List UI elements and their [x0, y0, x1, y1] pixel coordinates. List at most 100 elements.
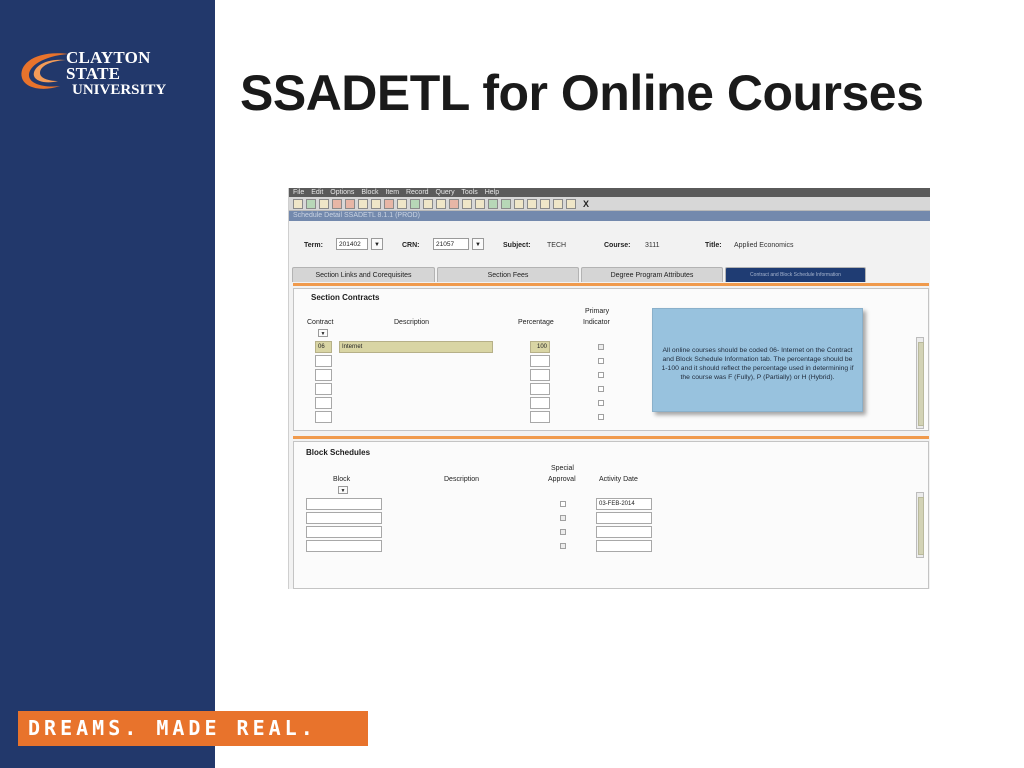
block-cell[interactable] — [306, 512, 382, 524]
previous-block-icon[interactable] — [358, 198, 368, 209]
course-value: 3111 — [645, 242, 660, 249]
menu-record[interactable]: Record — [406, 189, 429, 196]
scrollbar-thumb[interactable] — [918, 342, 924, 426]
activity-date-header: Activity Date — [599, 476, 638, 483]
special-approval-checkbox[interactable] — [560, 501, 566, 507]
block-scrollbar[interactable] — [916, 492, 924, 558]
window-title: Schedule Detail SSADETL 8.1.1 (PROD) — [289, 211, 930, 221]
logo-text: CLAYTON STATE UNIVERSITY — [66, 48, 196, 98]
subject-value: TECH — [547, 242, 567, 249]
remove-record-icon[interactable] — [345, 198, 355, 209]
menu-block[interactable]: Block — [361, 189, 378, 196]
contract-cell[interactable] — [315, 397, 332, 409]
tab-section-links[interactable]: Section Links and Corequisites — [292, 267, 435, 282]
primary-indicator-checkbox[interactable] — [598, 372, 604, 378]
menu-options[interactable]: Options — [330, 189, 354, 196]
percentage-cell[interactable] — [530, 355, 550, 367]
contract-cell[interactable] — [315, 355, 332, 367]
activity-date-cell — [596, 540, 652, 552]
contract-cell[interactable] — [315, 369, 332, 381]
banner-screenshot: File Edit Options Block Item Record Quer… — [288, 188, 930, 589]
percentage-cell[interactable] — [530, 369, 550, 381]
slide-sidebar: CLAYTON STATE UNIVERSITY DREAMS. MADE RE… — [0, 0, 368, 768]
tab-bar: Section Links and Corequisites Section F… — [289, 267, 930, 282]
next-record-icon[interactable] — [527, 198, 537, 209]
menu-bar: File Edit Options Block Item Record Quer… — [289, 188, 930, 197]
special-approval-checkbox[interactable] — [560, 543, 566, 549]
contract-cell[interactable]: 06 — [315, 341, 332, 353]
tab-contract-block-schedule[interactable]: Contract and Block Schedule Information — [725, 267, 866, 282]
print-icon[interactable] — [319, 198, 329, 209]
crn-label: CRN: — [402, 242, 420, 249]
percentage-cell[interactable] — [530, 397, 550, 409]
insert-record-icon[interactable] — [332, 198, 342, 209]
next-block-icon[interactable] — [371, 198, 381, 209]
menu-item[interactable]: Item — [385, 189, 399, 196]
tab-degree-program-attributes[interactable]: Degree Program Attributes — [581, 267, 723, 282]
menu-file[interactable]: File — [293, 189, 304, 196]
description-header: Description — [394, 319, 430, 326]
block-schedules-panel: Block Schedules Block ▼ Description Spec… — [293, 441, 929, 589]
section-contracts-title: Section Contracts — [311, 293, 380, 302]
percentage-cell[interactable] — [530, 411, 550, 423]
key-block: Term: 201402 ▼ CRN: 21057 ▼ Subject: TEC… — [289, 233, 930, 257]
prev-record-icon[interactable] — [514, 198, 524, 209]
university-logo: CLAYTON STATE UNIVERSITY — [16, 46, 196, 100]
slide-title: SSADETL for Online Courses — [240, 65, 924, 121]
primary-indicator-checkbox[interactable] — [598, 358, 604, 364]
options-icon[interactable] — [410, 198, 420, 209]
block-cell[interactable] — [306, 498, 382, 510]
block-header: Block — [333, 476, 351, 483]
menu-help[interactable]: Help — [485, 189, 499, 196]
logo-line1: CLAYTON STATE — [66, 48, 151, 83]
execute-query-icon[interactable] — [436, 198, 446, 209]
primary-indicator-checkbox[interactable] — [598, 414, 604, 420]
scrollbar-thumb[interactable] — [918, 497, 924, 555]
search-icon[interactable] — [397, 198, 407, 209]
primary-indicator-checkbox[interactable] — [598, 386, 604, 392]
help-icon[interactable] — [462, 198, 472, 209]
menu-query[interactable]: Query — [436, 189, 455, 196]
section-divider — [293, 283, 929, 286]
contract-cell[interactable] — [315, 411, 332, 423]
crn-dropdown-icon[interactable]: ▼ — [472, 238, 484, 250]
term-dropdown-icon[interactable]: ▼ — [371, 238, 383, 250]
title-value: Applied Economics — [734, 242, 794, 249]
tab-section-fees[interactable]: Section Fees — [437, 267, 579, 282]
save-icon[interactable] — [293, 198, 303, 209]
percentage-header: Percentage — [518, 319, 554, 326]
block-dropdown-icon[interactable]: ▼ — [338, 486, 348, 494]
block-description-header: Description — [444, 476, 480, 483]
contract-cell[interactable] — [315, 383, 332, 395]
menu-edit[interactable]: Edit — [311, 189, 323, 196]
activity-date-cell — [596, 526, 652, 538]
term-label: Term: — [304, 242, 323, 249]
special-approval-checkbox[interactable] — [560, 529, 566, 535]
term-input[interactable]: 201402 — [336, 238, 368, 250]
clear-form-icon[interactable] — [384, 198, 394, 209]
block-cell[interactable] — [306, 540, 382, 552]
first-record-icon[interactable] — [488, 198, 498, 209]
primary-indicator-checkbox[interactable] — [598, 344, 604, 350]
toolbar: X — [289, 197, 930, 211]
percentage-cell[interactable]: 100 — [530, 341, 550, 353]
lock-icon[interactable] — [540, 198, 550, 209]
contracts-scrollbar[interactable] — [916, 337, 924, 429]
contract-dropdown-icon[interactable]: ▼ — [318, 329, 328, 337]
menu-tools[interactable]: Tools — [461, 189, 477, 196]
last-record-icon[interactable] — [501, 198, 511, 209]
title-label: Title: — [705, 242, 722, 249]
course-label: Course: — [604, 242, 631, 249]
bookmark-icon[interactable] — [475, 198, 485, 209]
document-icon[interactable] — [566, 198, 576, 209]
cancel-query-icon[interactable] — [449, 198, 459, 209]
rollback-icon[interactable] — [306, 198, 316, 209]
exit-button[interactable]: X — [583, 199, 589, 209]
percentage-cell[interactable] — [530, 383, 550, 395]
refresh-icon[interactable] — [553, 198, 563, 209]
special-approval-checkbox[interactable] — [560, 515, 566, 521]
primary-indicator-checkbox[interactable] — [598, 400, 604, 406]
crn-input[interactable]: 21057 — [433, 238, 469, 250]
enter-query-icon[interactable] — [423, 198, 433, 209]
block-cell[interactable] — [306, 526, 382, 538]
